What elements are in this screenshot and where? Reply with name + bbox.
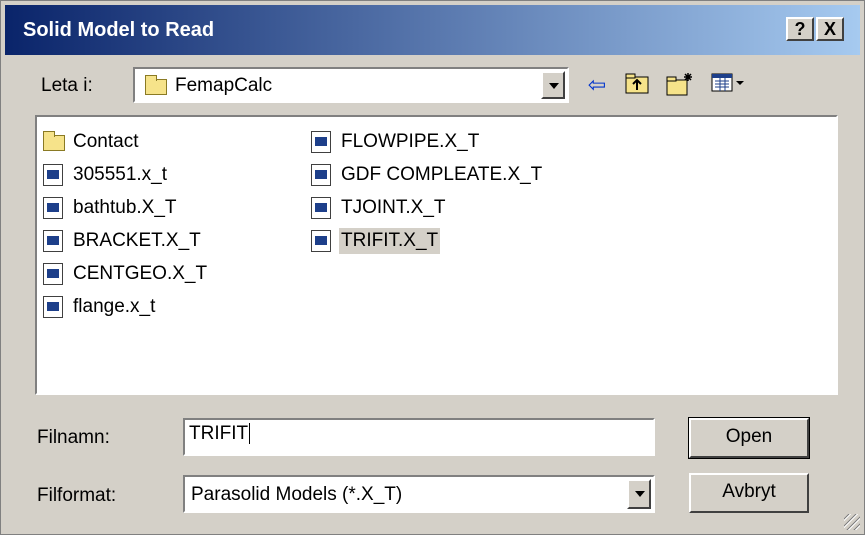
- fileformat-value: Parasolid Models (*.X_T): [191, 484, 403, 505]
- open-button[interactable]: Open: [688, 417, 810, 459]
- look-in-value: FemapCalc: [175, 75, 273, 96]
- parasolid-file-icon: [43, 230, 63, 252]
- parasolid-file-icon: [43, 164, 63, 186]
- fileformat-dropdown[interactable]: Parasolid Models (*.X_T): [183, 475, 655, 513]
- look-in-dropdown[interactable]: FemapCalc: [133, 67, 569, 103]
- new-folder-icon[interactable]: [665, 71, 693, 99]
- view-menu-icon[interactable]: [709, 71, 747, 99]
- cancel-button[interactable]: Avbryt: [689, 473, 809, 513]
- parasolid-file-icon: [43, 197, 63, 219]
- close-button[interactable]: X: [816, 17, 844, 41]
- parasolid-file-icon: [311, 230, 331, 252]
- solid-model-dialog: Solid Model to Read ? X Leta i: FemapCal…: [0, 0, 865, 535]
- filename-label: Filnamn:: [37, 427, 110, 448]
- chevron-down-icon[interactable]: [541, 71, 565, 99]
- filename-value: TRIFIT: [189, 423, 249, 444]
- parasolid-file-icon: [311, 164, 331, 186]
- up-folder-icon[interactable]: [623, 71, 651, 99]
- parasolid-file-icon: [311, 131, 331, 153]
- window-title: Solid Model to Read: [23, 19, 215, 41]
- fileformat-label: Filformat:: [37, 485, 117, 506]
- parasolid-file-icon: [43, 263, 63, 285]
- back-arrow-icon[interactable]: ⇦: [583, 71, 611, 99]
- title-bar: Solid Model to Read ? X: [5, 5, 860, 55]
- parasolid-file-icon: [311, 197, 331, 219]
- chevron-down-icon[interactable]: [627, 479, 651, 509]
- filename-input[interactable]: TRIFIT: [183, 418, 655, 456]
- help-button[interactable]: ?: [786, 17, 814, 41]
- look-in-label: Leta i:: [41, 75, 93, 96]
- folder-icon: [145, 75, 167, 95]
- file-list[interactable]: Contact 305551.x_t bathtub.X_T BRACKET.X…: [35, 115, 838, 395]
- resize-grip[interactable]: [844, 514, 860, 530]
- parasolid-file-icon: [43, 296, 63, 318]
- folder-icon: [43, 131, 65, 151]
- text-cursor: [249, 423, 251, 444]
